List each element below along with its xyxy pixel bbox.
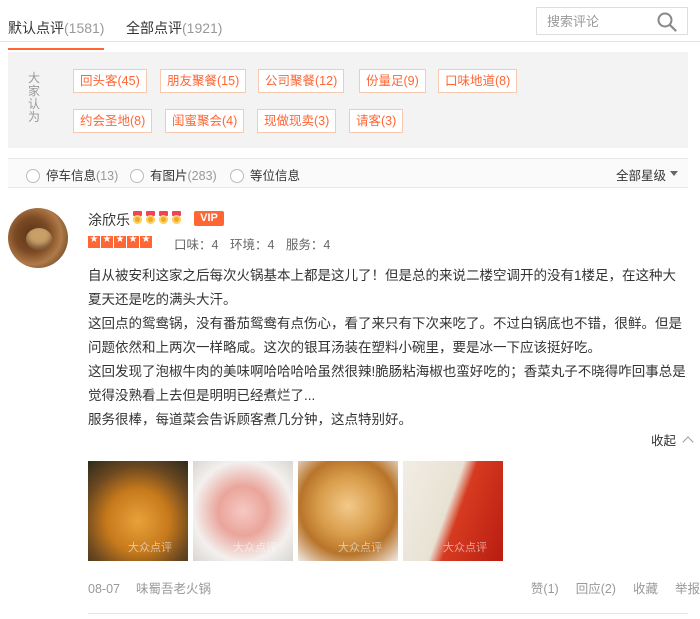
- filter-waiting[interactable]: 等位信息: [230, 165, 300, 184]
- tab-all-label: 全部点评: [126, 20, 182, 36]
- search-icon[interactable]: [657, 12, 677, 32]
- collapse-button[interactable]: 收起: [650, 430, 694, 449]
- report-button[interactable]: 举报: [675, 582, 700, 596]
- username[interactable]: 涂欣乐: [88, 210, 130, 230]
- divider: [88, 613, 688, 614]
- star-icon: [127, 234, 139, 248]
- watermark: 大众点评: [443, 542, 487, 554]
- tag-item[interactable]: 公司聚餐(12): [258, 69, 345, 93]
- watermark: 大众点评: [233, 542, 277, 554]
- star-icon: [101, 234, 113, 248]
- tab-default-label: 默认点评: [8, 20, 64, 36]
- filter-label: 有图片: [150, 169, 188, 183]
- watermark: 大众点评: [338, 542, 382, 554]
- review-date: 08-07: [88, 582, 120, 596]
- tag-item[interactable]: 约会圣地(8): [73, 109, 153, 133]
- chevron-up-icon: [682, 436, 694, 448]
- review-actions: 赞(1) 回应(2) 收藏 举报: [514, 578, 700, 597]
- medal-icon: [145, 211, 156, 225]
- search-box: [536, 7, 688, 35]
- shop-link[interactable]: 味蜀吾老火锅: [136, 582, 211, 596]
- watermark: 大众点评: [128, 542, 172, 554]
- review-content: 自从被安利这家之后每次火锅基本上都是这儿了！但是总的来说二楼空调开的没有1楼足，…: [88, 264, 688, 432]
- sub-scores: 口味：4 环境：4 服务：4: [174, 234, 338, 253]
- chevron-down-icon[interactable]: [670, 171, 678, 176]
- review-paragraph: 这回点的鸳鸯锅，没有番茄鸳鸯有点伤心，看了来只有下次来吃了。不过白锅底也不错，很…: [88, 316, 682, 355]
- filter-label: 等位信息: [250, 169, 301, 183]
- tag-panel-title: 大家认为: [28, 71, 41, 124]
- tag-item[interactable]: 请客(3): [349, 109, 404, 133]
- review-photo[interactable]: 大众点评: [403, 461, 503, 561]
- tag-item[interactable]: 份量足(9): [359, 69, 426, 93]
- star-icon: [140, 234, 152, 248]
- radio-icon[interactable]: [26, 169, 40, 183]
- score-service: 服务：4: [285, 238, 331, 252]
- tab-all-count: (1921): [182, 20, 223, 36]
- radio-icon[interactable]: [230, 169, 244, 183]
- review-paragraph: 服务很棒，每道菜会告诉顾客煮几分钟，这点特别好。: [88, 412, 412, 427]
- medal-icon: [171, 211, 182, 225]
- medal-icon: [158, 211, 169, 225]
- filter-has-photos[interactable]: 有图片(283): [130, 165, 217, 184]
- medal-icon: [132, 211, 143, 225]
- filter-parking[interactable]: 停车信息(13): [26, 165, 118, 184]
- star-level-select[interactable]: 全部星级: [616, 165, 666, 184]
- tag-panel: 大家认为 回头客(45) 朋友聚餐(15) 公司聚餐(12) 份量足(9) 口味…: [8, 52, 688, 148]
- filter-count: (13): [96, 169, 119, 183]
- review-paragraph: 自从被安利这家之后每次火锅基本上都是这儿了！但是总的来说二楼空调开的没有1楼足，…: [88, 268, 677, 307]
- user-badges: [132, 211, 184, 225]
- tab-all-reviews[interactable]: 全部点评(1921): [126, 18, 222, 38]
- tag-item[interactable]: 闺蜜聚会(4): [165, 109, 245, 133]
- tab-default-reviews[interactable]: 默认点评(1581): [8, 18, 105, 50]
- review-paragraph: 这回发现了泡椒牛肉的美味啊哈哈哈哈虽然很辣!脆肠粘海椒也蛮好吃的；香菜丸子不晓得…: [88, 364, 686, 403]
- collapse-label: 收起: [650, 434, 676, 448]
- score-environment: 环境：4: [229, 238, 275, 252]
- avatar[interactable]: [8, 208, 68, 268]
- review-photo[interactable]: 大众点评: [298, 461, 398, 561]
- search-input[interactable]: [537, 8, 655, 34]
- review-tabs: 默认点评(1581) 全部点评(1921): [0, 0, 700, 50]
- radio-icon[interactable]: [130, 169, 144, 183]
- score-taste: 口味：4: [174, 238, 219, 252]
- review-photo[interactable]: 大众点评: [193, 461, 293, 561]
- tag-item[interactable]: 现做现卖(3): [257, 109, 337, 133]
- rating-stars: [88, 234, 153, 249]
- star-icon: [114, 234, 126, 248]
- tag-item[interactable]: 回头客(45): [73, 69, 147, 93]
- review-photo[interactable]: 大众点评: [88, 461, 188, 561]
- tag-item[interactable]: 朋友聚餐(15): [160, 69, 247, 93]
- review-meta: 08-07 味蜀吾老火锅: [88, 578, 211, 597]
- filter-bar: 停车信息(13) 有图片(283) 等位信息 全部星级: [8, 158, 688, 188]
- vip-badge: VIP: [194, 211, 224, 226]
- reply-button[interactable]: 回应(2): [576, 582, 616, 596]
- star-icon: [88, 234, 100, 248]
- like-button[interactable]: 赞(1): [531, 582, 559, 596]
- tag-item[interactable]: 口味地道(8): [438, 69, 518, 93]
- favorite-button[interactable]: 收藏: [633, 582, 658, 596]
- filter-label: 停车信息: [46, 169, 97, 183]
- filter-count: (283): [187, 169, 217, 183]
- tab-default-count: (1581): [64, 20, 105, 36]
